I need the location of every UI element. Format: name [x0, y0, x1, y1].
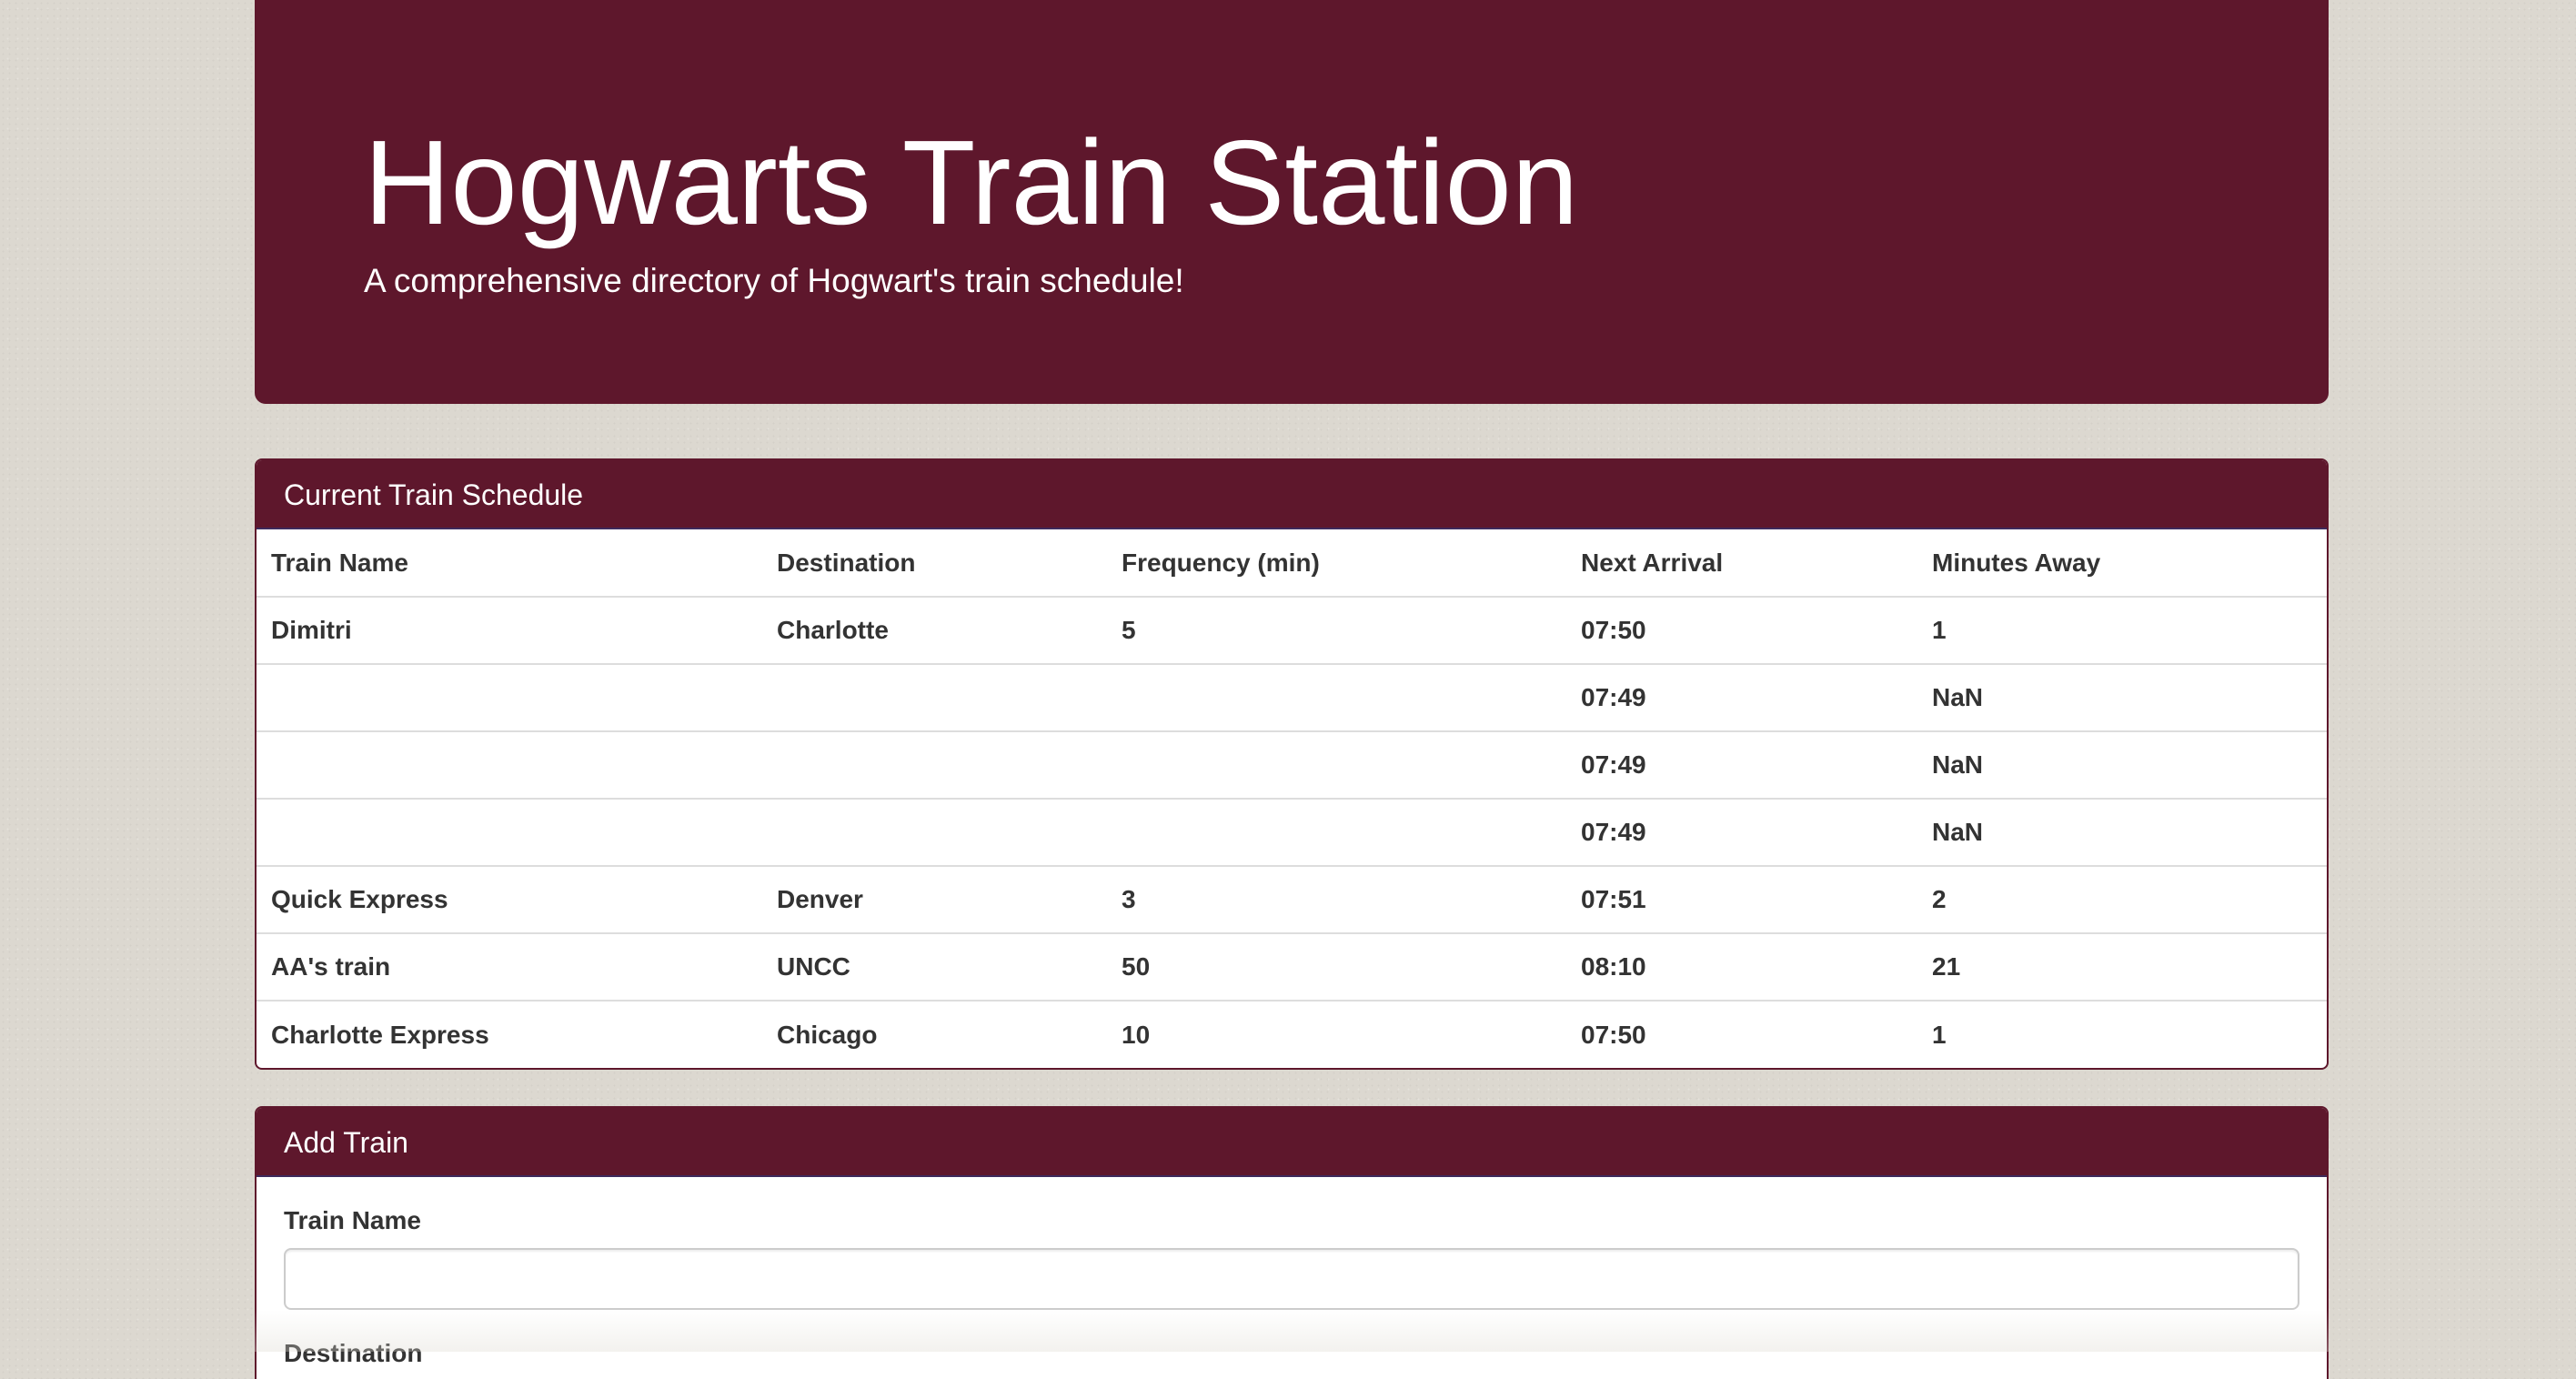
- cell-minutes-away: 2: [1917, 865, 2327, 933]
- cell-destination: Denver: [762, 865, 1107, 933]
- cell-train-name: [257, 730, 762, 799]
- cell-minutes-away: 1: [1917, 1000, 2327, 1068]
- column-header-minutes-away: Minutes Away: [1917, 529, 2327, 598]
- schedule-panel-title: Current Train Schedule: [257, 460, 2327, 529]
- add-train-panel-title: Add Train: [257, 1108, 2327, 1177]
- train-name-input[interactable]: [284, 1248, 2299, 1310]
- cell-destination: UNCC: [762, 932, 1107, 1001]
- cell-minutes-away: 21: [1917, 932, 2327, 1001]
- cell-destination: Chicago: [762, 1000, 1107, 1068]
- cell-train-name: AA's train: [257, 932, 762, 1001]
- table-row: Quick Express Denver 3 07:51 2: [257, 865, 2327, 933]
- table-row: Charlotte Express Chicago 10 07:50 1: [257, 1000, 2327, 1068]
- cell-next-arrival: 07:49: [1566, 798, 1917, 866]
- cell-next-arrival: 07:50: [1566, 1000, 1917, 1068]
- page-title: Hogwarts Train Station: [364, 116, 1579, 249]
- page-subtitle: A comprehensive directory of Hogwart's t…: [364, 262, 1184, 299]
- cell-frequency: 50: [1107, 932, 1566, 1001]
- table-row: 07:49 NaN: [257, 663, 2327, 731]
- column-header-destination: Destination: [762, 529, 1107, 598]
- table-row: Dimitri Charlotte 5 07:50 1: [257, 596, 2327, 664]
- cell-destination: Charlotte: [762, 596, 1107, 664]
- schedule-table: Train Name Destination Frequency (min) N…: [257, 529, 2327, 1068]
- column-header-train-name: Train Name: [257, 529, 762, 598]
- train-name-label: Train Name: [284, 1206, 421, 1234]
- cell-train-name: [257, 798, 762, 866]
- cell-next-arrival: 07:50: [1566, 596, 1917, 664]
- table-row: 07:49 NaN: [257, 730, 2327, 799]
- column-header-frequency: Frequency (min): [1107, 529, 1566, 598]
- cell-minutes-away: NaN: [1917, 730, 2327, 799]
- header-banner: Hogwarts Train Station A comprehensive d…: [255, 0, 2329, 404]
- cell-train-name: [257, 663, 762, 731]
- table-row: AA's train UNCC 50 08:10 21: [257, 932, 2327, 1001]
- cell-frequency: [1107, 663, 1566, 731]
- cell-destination: [762, 663, 1107, 731]
- cell-train-name: Charlotte Express: [257, 1000, 762, 1068]
- cell-frequency: 5: [1107, 596, 1566, 664]
- cell-train-name: Dimitri: [257, 596, 762, 664]
- table-row: 07:49 NaN: [257, 798, 2327, 866]
- cell-next-arrival: 07:49: [1566, 663, 1917, 731]
- schedule-panel: Current Train Schedule Train Name Destin…: [255, 458, 2329, 1070]
- cell-next-arrival: 07:51: [1566, 865, 1917, 933]
- destination-label: Destination: [284, 1339, 423, 1367]
- cell-frequency: [1107, 798, 1566, 866]
- cell-minutes-away: NaN: [1917, 663, 2327, 731]
- cell-destination: [762, 730, 1107, 799]
- cell-minutes-away: NaN: [1917, 798, 2327, 866]
- add-train-panel: Add Train Train Name Destination: [255, 1106, 2329, 1379]
- cell-destination: [762, 798, 1107, 866]
- add-train-form: Train Name Destination: [257, 1177, 2327, 1370]
- cell-next-arrival: 07:49: [1566, 730, 1917, 799]
- cell-frequency: [1107, 730, 1566, 799]
- column-header-next-arrival: Next Arrival: [1566, 529, 1917, 598]
- cell-frequency: 10: [1107, 1000, 1566, 1068]
- cell-minutes-away: 1: [1917, 596, 2327, 664]
- cell-frequency: 3: [1107, 865, 1566, 933]
- cell-train-name: Quick Express: [257, 865, 762, 933]
- cell-next-arrival: 08:10: [1566, 932, 1917, 1001]
- table-header-row: Train Name Destination Frequency (min) N…: [257, 529, 2327, 598]
